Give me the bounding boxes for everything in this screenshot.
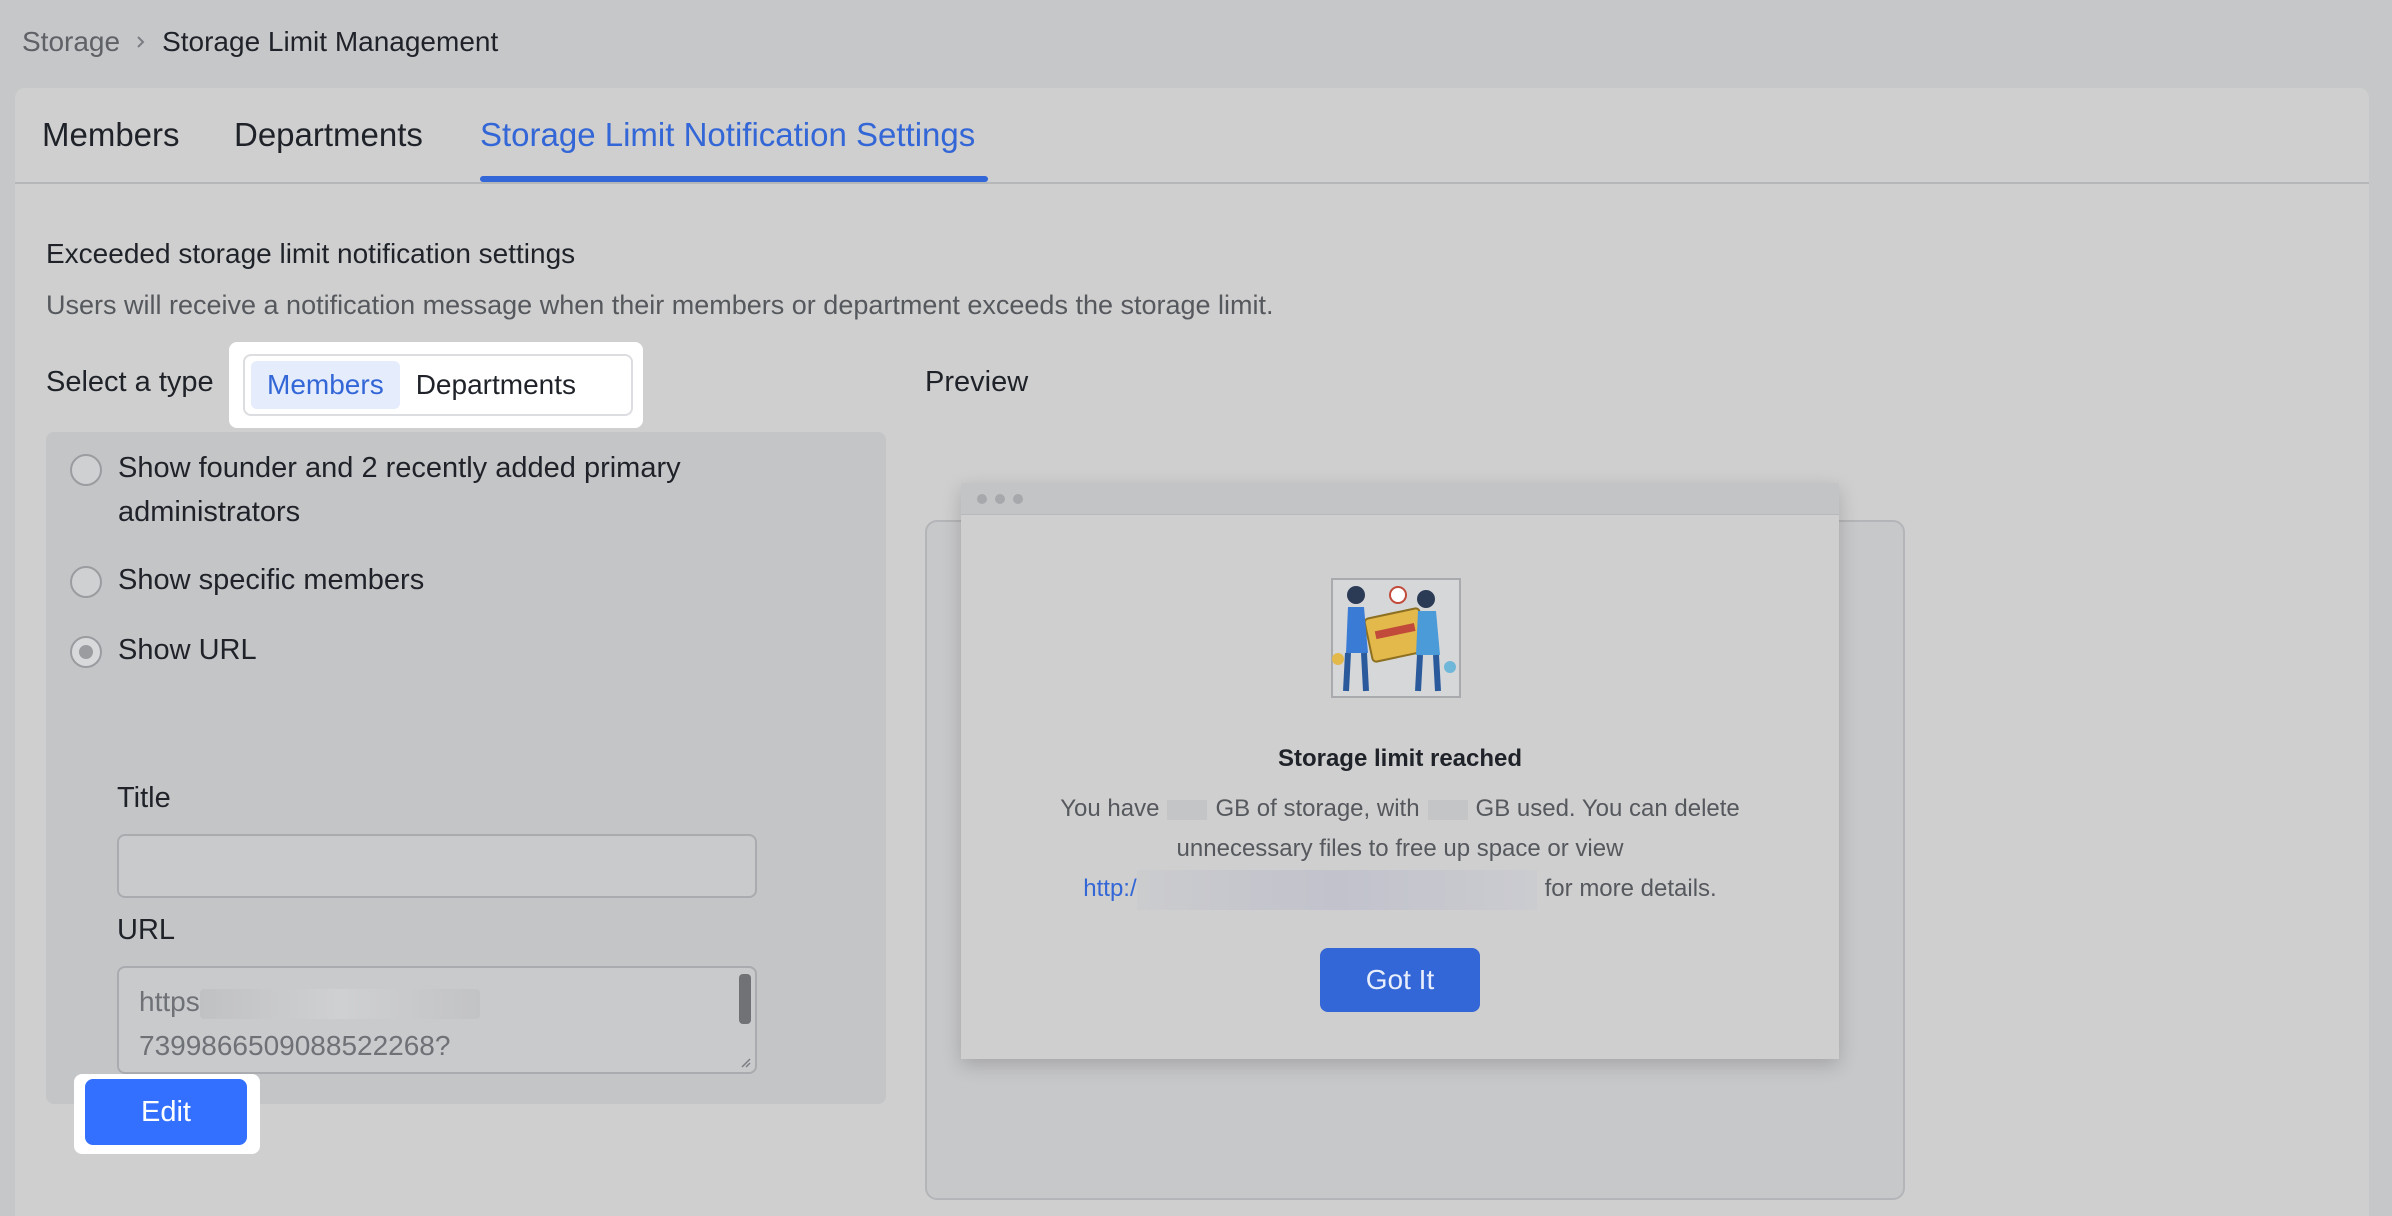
breadcrumb: Storage Storage Limit Management	[22, 26, 498, 58]
notice-text-1: You have	[1060, 795, 1160, 822]
option-founder-admins-label: Show founder and 2 recently added primar…	[118, 452, 681, 528]
notice-text-4: for more details.	[1544, 875, 1717, 902]
url-field-label: URL	[117, 914, 176, 946]
url-line-1: https	[139, 986, 200, 1017]
title-field-label: Title	[117, 782, 171, 814]
window-dot-icon	[977, 493, 987, 504]
type-segmented-control: Members Departments	[243, 354, 633, 416]
tab-storage-limit-notification-settings[interactable]: Storage Limit Notification Settings	[480, 116, 975, 154]
active-tab-indicator	[480, 176, 988, 182]
option-show-url-label: Show URL	[118, 634, 257, 666]
redacted-used-gb	[1427, 799, 1468, 820]
radio-show-url[interactable]	[70, 636, 102, 668]
title-input[interactable]	[117, 834, 757, 898]
radio-founder-admins[interactable]	[70, 454, 102, 486]
segment-members[interactable]: Members	[251, 361, 400, 409]
notice-title: Storage limit reached	[1277, 745, 1523, 772]
segment-departments[interactable]: Departments	[400, 361, 592, 409]
got-it-button[interactable]: Got It	[1320, 948, 1480, 1012]
redacted-total-gb	[1167, 799, 1208, 820]
options-panel: Show founder and 2 recently added primar…	[46, 432, 886, 1104]
textarea-scrollbar[interactable]	[739, 974, 751, 1024]
resize-grip-icon[interactable]	[737, 1054, 751, 1068]
select-type-label: Select a type	[46, 366, 214, 398]
section-description: Users will receive a notification messag…	[46, 290, 1274, 320]
radio-specific-members[interactable]	[70, 566, 102, 598]
storage-illustration	[1331, 578, 1461, 698]
edit-button[interactable]: Edit	[85, 1079, 247, 1145]
notice-text-2: GB of storage, with	[1215, 795, 1420, 822]
preview-label: Preview	[925, 366, 1029, 398]
tab-bar: Members Departments Storage Limit Notifi…	[15, 88, 2369, 184]
section-title: Exceeded storage limit notification sett…	[46, 238, 576, 269]
breadcrumb-storage-link[interactable]: Storage	[22, 26, 120, 58]
option-specific-members[interactable]: Show specific members	[70, 564, 424, 602]
url-line-2: 7399866509088522268?	[139, 1030, 451, 1061]
window-title-bar	[961, 483, 1839, 515]
notice-body: You have GB of storage, with GB used. You …	[1021, 789, 1779, 910]
tab-members[interactable]: Members	[42, 116, 180, 154]
window-dot-icon	[1013, 493, 1023, 504]
option-founder-admins[interactable]: Show founder and 2 recently added primar…	[70, 452, 738, 534]
breadcrumb-current: Storage Limit Management	[162, 26, 499, 57]
option-specific-members-label: Show specific members	[118, 564, 425, 596]
preview-window: Storage limit reached You have GB of stor…	[961, 483, 1839, 1059]
redacted-url-segment	[199, 988, 480, 1019]
tab-departments[interactable]: Departments	[234, 116, 423, 154]
notice-link[interactable]: http:/	[1083, 875, 1136, 902]
chevron-right-icon	[134, 35, 148, 49]
url-textarea[interactable]: https 7399866509088522268?	[117, 966, 757, 1074]
window-dot-icon	[995, 493, 1005, 504]
redacted-link	[1136, 869, 1537, 910]
option-show-url[interactable]: Show URL	[70, 634, 257, 672]
